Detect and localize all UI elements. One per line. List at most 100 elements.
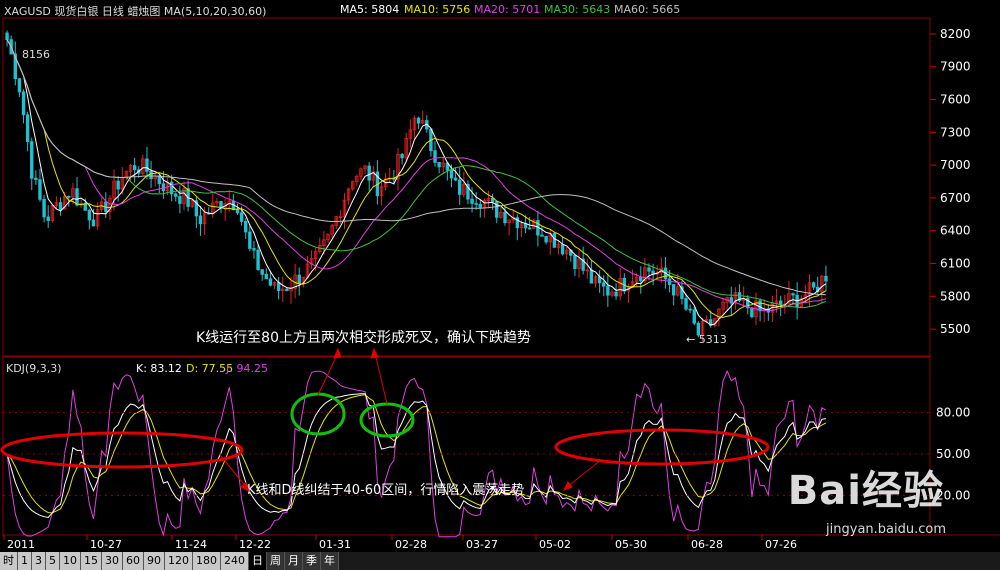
candle-body bbox=[474, 203, 478, 205]
candle-body bbox=[750, 307, 754, 318]
ma5-value: MA5: 5804 bbox=[340, 3, 400, 16]
y-tick-label: 6400 bbox=[940, 224, 971, 238]
candle-body bbox=[437, 162, 441, 168]
kdj-tick-label: 80.00 bbox=[936, 406, 970, 420]
candle-body bbox=[91, 219, 96, 227]
x-tick-label: 06-28 bbox=[691, 538, 723, 551]
candle-body bbox=[21, 91, 26, 116]
period-tab[interactable]: 240 bbox=[221, 552, 249, 570]
top-note: K线运行至80上方且两次相交形成死叉，确认下跌趋势 bbox=[196, 329, 531, 346]
candle-body bbox=[791, 293, 795, 296]
x-tick-label: 02-28 bbox=[395, 538, 427, 551]
candle-body bbox=[684, 298, 688, 310]
watermark-url: jingyan.baidu.com bbox=[826, 522, 946, 537]
ma20-value: MA20: 5701 bbox=[474, 3, 541, 16]
kdj-title: KDJ(9,3,3) bbox=[6, 362, 62, 375]
y-tick-label: 6700 bbox=[940, 191, 971, 205]
period-tab[interactable]: 月 bbox=[285, 552, 303, 570]
candle-body bbox=[161, 183, 166, 192]
y-tick-label: 5800 bbox=[940, 289, 971, 303]
candle-body bbox=[811, 282, 816, 288]
period-tab[interactable]: 60 bbox=[123, 552, 144, 570]
candle-body bbox=[671, 284, 676, 296]
candle-body bbox=[297, 274, 301, 284]
candle-body bbox=[268, 278, 273, 286]
period-tab[interactable]: 年 bbox=[321, 552, 339, 570]
range-ellipse-right bbox=[554, 428, 770, 466]
kdj-j-value: J: 94.25 bbox=[226, 362, 268, 375]
candle-body bbox=[116, 180, 120, 190]
period-tab[interactable]: 90 bbox=[144, 552, 165, 570]
candle-body bbox=[83, 203, 87, 211]
x-tick-label: 01-31 bbox=[319, 538, 351, 551]
candle-body bbox=[276, 282, 281, 292]
ma5-line bbox=[6, 39, 827, 326]
ma30-line bbox=[6, 39, 827, 309]
candle-body bbox=[38, 179, 42, 200]
range-ellipse-left bbox=[0, 431, 244, 469]
candle-body bbox=[606, 285, 610, 296]
candle-body bbox=[367, 165, 371, 181]
x-tick-label: 03-27 bbox=[466, 538, 498, 551]
ma60-line bbox=[6, 39, 826, 296]
period-tab[interactable]: 季 bbox=[303, 552, 321, 570]
candle-body bbox=[264, 273, 269, 280]
period-tab[interactable]: 3 bbox=[32, 552, 46, 570]
candle-body bbox=[25, 114, 30, 143]
candle-body bbox=[252, 248, 256, 251]
y-tick-label: 6100 bbox=[940, 257, 971, 271]
candles bbox=[5, 30, 828, 342]
period-tab[interactable]: 10 bbox=[60, 552, 81, 570]
low-label: ← 5313 bbox=[686, 333, 727, 346]
period-tab[interactable]: 180 bbox=[193, 552, 221, 570]
candle-body bbox=[239, 212, 244, 222]
candle-body bbox=[647, 267, 651, 272]
death-cross-ellipse-2 bbox=[359, 402, 415, 438]
moving-averages bbox=[6, 39, 827, 326]
candle-body bbox=[523, 223, 528, 229]
candle-body bbox=[400, 153, 404, 159]
candle-body bbox=[449, 169, 454, 179]
candle-body bbox=[560, 244, 565, 255]
candle-body bbox=[42, 198, 46, 218]
period-tab[interactable]: 1 bbox=[18, 552, 32, 570]
y-axis-ticks: 8200 7900 7600 7300 7000 6700 6400 6100 5800 5500 bbox=[930, 27, 971, 336]
candle-body bbox=[157, 175, 162, 185]
candle-body bbox=[544, 235, 548, 243]
death-cross-ellipse-1 bbox=[290, 392, 346, 436]
candle-body bbox=[235, 209, 240, 214]
candle-body bbox=[285, 288, 289, 292]
watermark-logo: Bai经验 bbox=[787, 468, 944, 514]
chart-title: XAGUSD 现货白银 日线 蜡烛图 MA(5,10,20,30,60) bbox=[4, 5, 267, 18]
period-tab[interactable]: 120 bbox=[165, 552, 193, 570]
candle-body bbox=[58, 202, 63, 210]
candle-body bbox=[5, 32, 9, 40]
candle-body bbox=[67, 195, 71, 198]
candle-body bbox=[17, 78, 22, 93]
x-tick-label: 07-26 bbox=[765, 538, 797, 551]
candle-body bbox=[30, 141, 34, 179]
period-tab[interactable]: 日 bbox=[249, 552, 267, 570]
period-tab[interactable]: 15 bbox=[81, 552, 102, 570]
candle-body bbox=[824, 275, 828, 282]
ma30-value: MA30: 5643 bbox=[544, 3, 611, 16]
candle-body bbox=[589, 269, 594, 284]
x-tick-label: 05-30 bbox=[615, 538, 647, 551]
period-tab[interactable]: 5 bbox=[46, 552, 60, 570]
candle-body bbox=[244, 221, 248, 233]
candle-body bbox=[198, 215, 203, 225]
x-tick-label: 12-22 bbox=[239, 538, 271, 551]
y-tick-label: 7000 bbox=[940, 158, 971, 172]
period-tab[interactable]: 30 bbox=[102, 552, 123, 570]
candle-body bbox=[416, 117, 421, 124]
x-tick-label: 2011 bbox=[7, 538, 35, 551]
period-tab[interactable]: 时 bbox=[0, 552, 18, 570]
candle-body bbox=[132, 165, 137, 171]
y-tick-label: 5500 bbox=[940, 322, 971, 336]
bottom-note: K线和D线纠结于40-60区间，行情陷入震荡走势 bbox=[247, 482, 524, 498]
candle-body bbox=[639, 276, 643, 282]
candle-body bbox=[540, 234, 544, 237]
period-tab[interactable]: 周 bbox=[267, 552, 285, 570]
candle-body bbox=[256, 249, 260, 270]
y-tick-label: 8200 bbox=[940, 27, 971, 41]
